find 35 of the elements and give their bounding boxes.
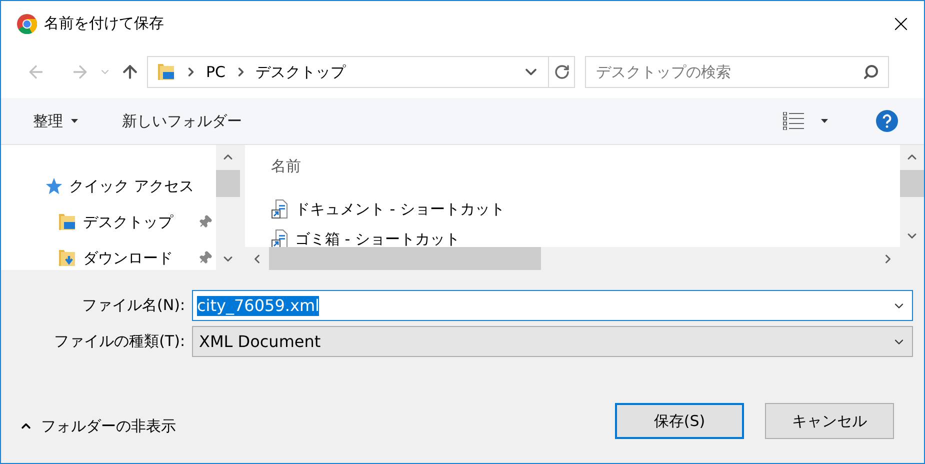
new-folder-button[interactable]: 新しいフォルダー: [122, 110, 242, 132]
search-icon: [863, 64, 879, 80]
navigation-item[interactable]: デスクトップ: [45, 211, 216, 233]
caret-icon: [71, 119, 78, 123]
breadcrumb-item[interactable]: PC: [206, 60, 226, 84]
view-options-button[interactable]: [783, 112, 828, 130]
dialog-button[interactable]: キャンセル: [765, 403, 894, 439]
file-name-label: ファイル名(N):: [81, 295, 186, 316]
address-bar[interactable]: PC デスクトップ: [147, 56, 575, 88]
scrollbar-thumb[interactable]: [216, 170, 240, 197]
hide-folders-button[interactable]: フォルダーの非表示: [19, 414, 176, 437]
navigation-item[interactable]: クイック アクセス: [45, 175, 216, 197]
navigation-item[interactable]: ダウンロード: [45, 247, 216, 269]
dialog-button[interactable]: 保存(S): [615, 403, 744, 439]
scrollbar[interactable]: [900, 145, 924, 247]
help-icon[interactable]: [876, 110, 898, 132]
breadcrumb-item[interactable]: デスクトップ: [256, 60, 346, 84]
search-field[interactable]: デスクトップの検索: [585, 56, 889, 88]
refresh-icon: [554, 64, 570, 80]
caret-icon: [821, 119, 828, 123]
organize-menu-button[interactable]: 整理: [33, 110, 78, 132]
star-icon: [45, 177, 63, 195]
scrollbar-thumb[interactable]: [900, 170, 924, 197]
window-title: 名前を付けて保存: [44, 13, 164, 34]
file-type-label: ファイルの種類(T):: [53, 331, 186, 352]
file-name-field[interactable]: city_76059.xml: [192, 290, 913, 321]
column-header[interactable]: 名前: [271, 155, 900, 177]
desktop-folder-icon: [57, 212, 77, 232]
file-type-dropdown[interactable]: XML Document: [192, 326, 913, 357]
details-view-icon: [783, 112, 805, 130]
scrollbar-thumb[interactable]: [269, 247, 541, 270]
download-folder-icon: [57, 248, 77, 268]
browser-logo-icon: [17, 14, 37, 34]
desktop-folder-icon: [156, 62, 176, 82]
file-item[interactable]: ドキュメント - ショートカット: [271, 198, 900, 220]
